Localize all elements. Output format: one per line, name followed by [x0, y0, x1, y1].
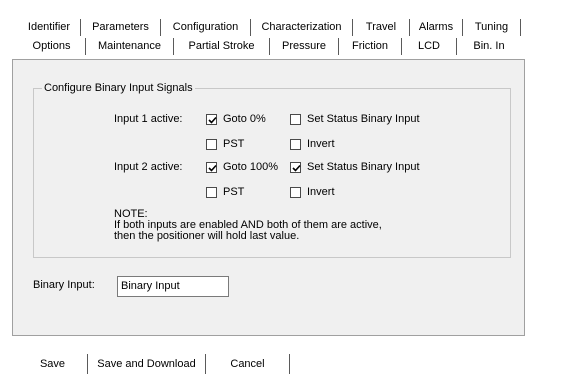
check-icon [208, 164, 217, 172]
group-title: Configure Binary Input Signals [42, 82, 195, 94]
tab-identifier[interactable]: Identifier [18, 19, 81, 36]
binary-input-field[interactable]: Binary Input [117, 276, 229, 297]
bin-in-panel: Configure Binary Input Signals Input 1 a… [12, 59, 525, 336]
input1-pst-label: PST [223, 138, 245, 150]
tab-lcd[interactable]: LCD [402, 38, 457, 55]
input2-goto-checkbox[interactable] [206, 162, 217, 173]
tab-partial-stroke[interactable]: Partial Stroke [174, 38, 270, 55]
input1-invert-label: Invert [307, 138, 335, 150]
check-icon [208, 116, 217, 124]
tab-parameters[interactable]: Parameters [81, 19, 161, 36]
tab-bin-in[interactable]: Bin. In [457, 38, 521, 55]
tab-friction[interactable]: Friction [339, 38, 402, 55]
input1-goto-label: Goto 0% [223, 113, 266, 125]
tab-pressure[interactable]: Pressure [270, 38, 339, 55]
binary-input-label: Binary Input: [33, 279, 95, 291]
input2-set-status-label: Set Status Binary Input [307, 161, 420, 173]
input2-pst-checkbox[interactable] [206, 187, 217, 198]
input2-set-status-checkbox[interactable] [290, 162, 301, 173]
tab-characterization[interactable]: Characterization [251, 19, 353, 36]
tab-configuration[interactable]: Configuration [161, 19, 251, 36]
input2-invert-label: Invert [307, 186, 335, 198]
tab-travel[interactable]: Travel [353, 19, 410, 36]
input2-pst-label: PST [223, 186, 245, 198]
input1-set-status-checkbox[interactable] [290, 114, 301, 125]
input2-label: Input 2 active: [114, 161, 183, 173]
save-and-download-button[interactable]: Save and Download [88, 354, 206, 374]
input2-invert-checkbox[interactable] [290, 187, 301, 198]
tab-tuning[interactable]: Tuning [463, 19, 521, 36]
cancel-button[interactable]: Cancel [206, 354, 290, 374]
save-button[interactable]: Save [18, 354, 88, 374]
input1-pst-checkbox[interactable] [206, 139, 217, 150]
input1-label: Input 1 active: [114, 113, 183, 125]
input1-invert-checkbox[interactable] [290, 139, 301, 150]
input1-goto-checkbox[interactable] [206, 114, 217, 125]
check-icon [292, 164, 301, 172]
input2-goto-label: Goto 100% [223, 161, 279, 173]
tab-alarms[interactable]: Alarms [410, 19, 463, 36]
tab-maintenance[interactable]: Maintenance [86, 38, 174, 55]
input1-set-status-label: Set Status Binary Input [307, 113, 420, 125]
binary-input-group: Configure Binary Input Signals Input 1 a… [33, 82, 511, 258]
tab-options[interactable]: Options [18, 38, 86, 55]
note-line-2: then the positioner will hold last value… [114, 230, 300, 242]
